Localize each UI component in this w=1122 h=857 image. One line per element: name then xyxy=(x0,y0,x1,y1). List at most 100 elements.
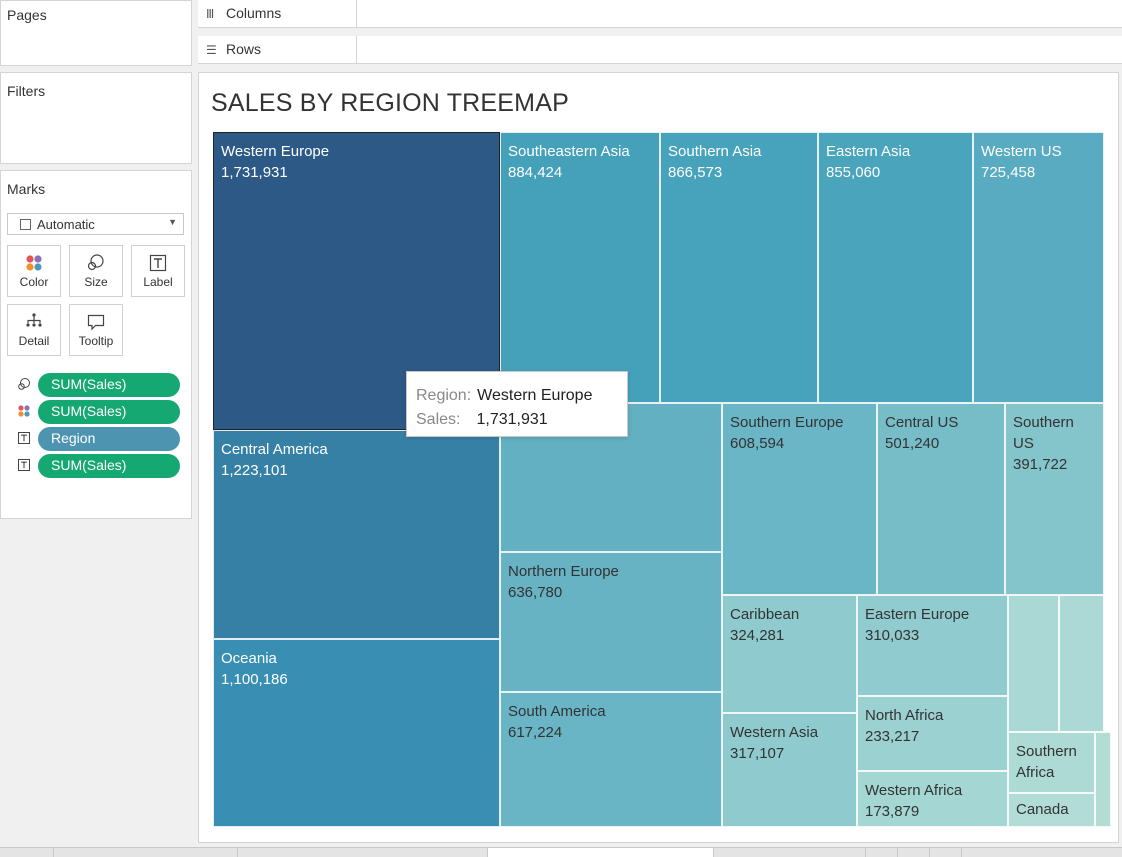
tile-sales: 324,281 xyxy=(730,627,785,644)
pill-sum-sales-size[interactable]: SUM(Sales) xyxy=(38,373,180,397)
treemap-tile[interactable]: Southern Africa xyxy=(1008,732,1095,793)
pill-sum-sales-label[interactable]: SUM(Sales) xyxy=(38,454,180,478)
tooltip-sales-key: Sales: xyxy=(416,411,461,428)
treemap-tile[interactable]: Caribbean 324,281 xyxy=(722,595,857,713)
tile-region: Eastern Europe xyxy=(865,606,970,623)
treemap-tile[interactable]: Central US 501,240 xyxy=(877,403,1005,595)
treemap-tile[interactable] xyxy=(1059,595,1104,732)
tile-region: Southeastern Asia xyxy=(508,143,630,160)
label-button-label: Label xyxy=(143,275,173,289)
pill-row-label-region: Region xyxy=(17,427,181,451)
treemap-tile[interactable]: Canada xyxy=(1008,793,1095,827)
columns-shelf[interactable]: Ⅲ Columns xyxy=(198,0,1122,28)
treemap-tile[interactable]: Western Africa 173,879 xyxy=(857,771,1008,827)
tile-region: Western US xyxy=(981,143,1062,160)
filters-title: Filters xyxy=(7,83,46,99)
treemap-tile[interactable]: Western US 725,458 xyxy=(973,132,1104,403)
rows-shelf-label: ☰ Rows xyxy=(198,36,357,63)
label-icon xyxy=(17,458,31,472)
tile-sales: 317,107 xyxy=(730,745,785,762)
size-icon xyxy=(17,377,31,391)
detail-button[interactable]: Detail xyxy=(7,304,61,356)
pill-row-label-sales: SUM(Sales) xyxy=(17,454,181,478)
tile-region: Southern Europe xyxy=(730,414,844,431)
tile-region: North Africa xyxy=(865,707,944,724)
treemap-tile[interactable]: Oceania 1,100,186 xyxy=(213,639,500,827)
treemap-tile[interactable]: Eastern Europe 310,033 xyxy=(857,595,1008,696)
tile-region: Central US xyxy=(885,414,959,431)
tile-sales: 1,731,931 xyxy=(221,164,288,181)
color-icon xyxy=(8,253,60,275)
rows-icon: ☰ xyxy=(206,43,217,57)
marks-title: Marks xyxy=(7,181,46,197)
tile-region: Central America xyxy=(221,441,328,458)
tile-region: Southern Asia xyxy=(668,143,762,160)
size-button[interactable]: Size xyxy=(69,245,123,297)
tile-sales: 855,060 xyxy=(826,164,881,181)
tooltip-sales-row: Sales: 1,731,931 xyxy=(416,408,627,432)
tile-sales: 501,240 xyxy=(885,435,940,452)
color-button-label: Color xyxy=(19,275,49,289)
marks-card: Marks Automatic ▼ Color Size Label Detai… xyxy=(0,170,192,519)
pill-row-color: SUM(Sales) xyxy=(17,400,181,424)
size-button-label: Size xyxy=(84,275,108,289)
tooltip-region-row: Region: Western Europe xyxy=(416,384,627,408)
tile-sales: 391,722 xyxy=(1013,456,1068,473)
label-button[interactable]: Label xyxy=(131,245,185,297)
filters-panel[interactable]: Filters xyxy=(0,72,192,164)
label-icon xyxy=(17,431,31,445)
pages-panel[interactable]: Pages xyxy=(0,0,192,66)
tooltip-region-key: Region: xyxy=(416,387,472,404)
tooltip-sales-value: 1,731,931 xyxy=(476,411,548,428)
tile-sales: 233,217 xyxy=(865,728,920,745)
columns-icon: Ⅲ xyxy=(206,7,215,21)
treemap-tile[interactable] xyxy=(1095,732,1111,827)
treemap-tile[interactable]: Northern Europe 636,780 xyxy=(500,552,722,692)
tile-region: Southern Africa xyxy=(1016,743,1077,781)
mark-type-value: Automatic xyxy=(37,217,95,232)
tile-sales: 1,223,101 xyxy=(221,462,288,479)
label-icon xyxy=(132,253,184,275)
treemap-tile[interactable]: Western Asia 317,107 xyxy=(722,713,857,827)
detail-icon xyxy=(8,312,60,334)
tile-region: Western Asia xyxy=(730,724,819,741)
tile-region: South America xyxy=(508,703,606,720)
tile-sales: 884,424 xyxy=(508,164,563,181)
pill-row-size: SUM(Sales) xyxy=(17,373,181,397)
tooltip: Region: Western Europe Sales: 1,731,931 xyxy=(406,371,628,437)
tooltip-icon xyxy=(70,312,122,334)
color-icon xyxy=(17,404,31,418)
treemap-tile[interactable] xyxy=(1008,595,1059,732)
tile-region: Eastern Asia xyxy=(826,143,911,160)
treemap-tile[interactable]: Southern Europe 608,594 xyxy=(722,403,877,595)
size-icon xyxy=(70,253,122,275)
page-title: SALES BY REGION TREEMAP xyxy=(211,89,569,117)
tile-sales: 310,033 xyxy=(865,627,920,644)
tile-sales: 725,458 xyxy=(981,164,1036,181)
tile-region: Caribbean xyxy=(730,606,800,623)
treemap-tile[interactable]: South America 617,224 xyxy=(500,692,722,827)
tooltip-region-value: Western Europe xyxy=(477,387,593,404)
tile-region: Western Europe xyxy=(221,143,330,160)
color-button[interactable]: Color xyxy=(7,245,61,297)
detail-button-label: Detail xyxy=(18,334,50,348)
tile-sales: 608,594 xyxy=(730,435,785,452)
tile-region: Oceania xyxy=(221,650,277,667)
mark-type-dropdown[interactable]: Automatic ▼ xyxy=(7,213,184,235)
treemap-tile[interactable]: Southern Asia 866,573 xyxy=(660,132,818,403)
treemap-tile[interactable]: Southern US 391,722 xyxy=(1005,403,1104,595)
tile-sales: 636,780 xyxy=(508,584,563,601)
columns-label: Columns xyxy=(226,5,282,21)
treemap-tile[interactable]: North Africa 233,217 xyxy=(857,696,1008,771)
treemap-tile[interactable]: Central America 1,223,101 xyxy=(213,430,500,639)
tooltip-button[interactable]: Tooltip xyxy=(69,304,123,356)
treemap-tile[interactable]: Eastern Asia 855,060 xyxy=(818,132,973,403)
pill-region-label[interactable]: Region xyxy=(38,427,180,451)
treemap-tile[interactable]: Southeastern Asia 884,424 xyxy=(500,132,660,403)
pill-sum-sales-color[interactable]: SUM(Sales) xyxy=(38,400,180,424)
rows-shelf[interactable]: ☰ Rows xyxy=(198,36,1122,64)
tile-sales: 617,224 xyxy=(508,724,563,741)
tile-sales: 173,879 xyxy=(865,803,920,820)
columns-shelf-label: Ⅲ Columns xyxy=(198,0,357,27)
chevron-down-icon: ▼ xyxy=(168,217,177,227)
